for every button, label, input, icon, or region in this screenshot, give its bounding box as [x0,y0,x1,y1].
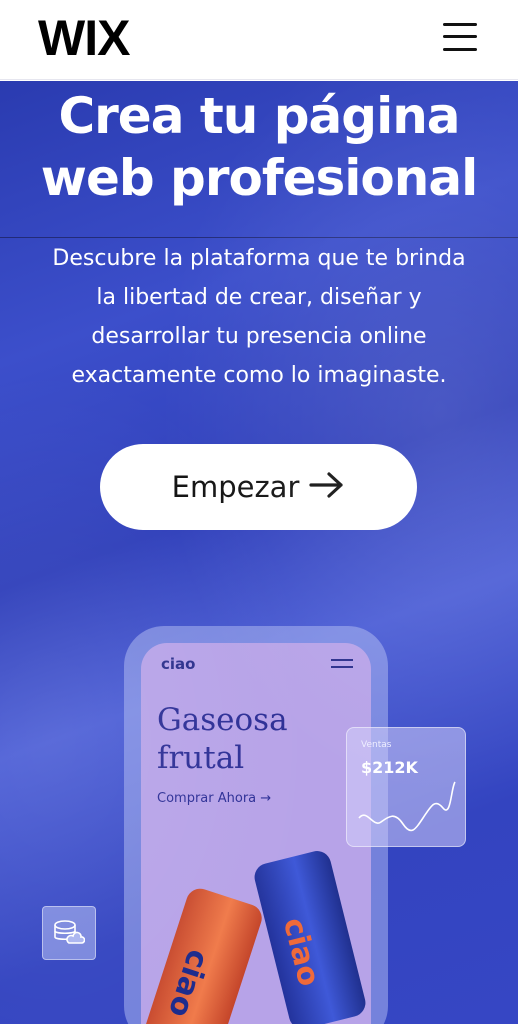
hero-title-line-2: web profesional [40,149,479,207]
can-label: ciao [275,914,327,990]
wix-logo[interactable]: WIX [38,10,130,66]
start-button-label: Empezar [171,470,300,504]
hero-section: Crea tu página web profesional Descubre … [0,81,518,1024]
sales-card: Ventas $212K [346,727,466,847]
menu-line [443,23,477,26]
soda-can-blue: ciao [251,848,369,1024]
divider [0,237,518,238]
can-label: ciao [160,945,216,1022]
mockup-headline: Gaseosa frutal [157,701,357,777]
database-cloud-icon[interactable] [42,906,96,960]
start-button[interactable]: Empezar [100,444,417,530]
mockup-headline-line-2: frutal [157,740,245,776]
hamburger-menu-icon[interactable] [441,20,479,54]
hero-subtitle: Descubre la plataforma que te brinda la … [52,246,466,388]
mockup-buy-now-link: Comprar Ahora → [157,791,272,806]
sales-value: $212K [361,758,418,777]
mockup-headline-line-1: Gaseosa [157,702,288,738]
top-navigation-bar: WIX [0,0,518,80]
phone-screen: ciao Gaseosa frutal Comprar Ahora → ciao… [141,643,371,1024]
menu-line [443,48,477,51]
menu-line [443,35,477,38]
sales-label: Ventas [361,740,392,750]
arrow-right-icon [309,471,345,504]
hero-title-line-1: Crea tu página [58,87,460,145]
mockup-brand-logo: ciao [161,655,196,673]
sales-sparkline [358,781,456,832]
mockup-menu-icon [331,659,353,669]
hero-title: Crea tu página web profesional [0,85,518,209]
soda-can-orange: ciao [141,885,266,1024]
